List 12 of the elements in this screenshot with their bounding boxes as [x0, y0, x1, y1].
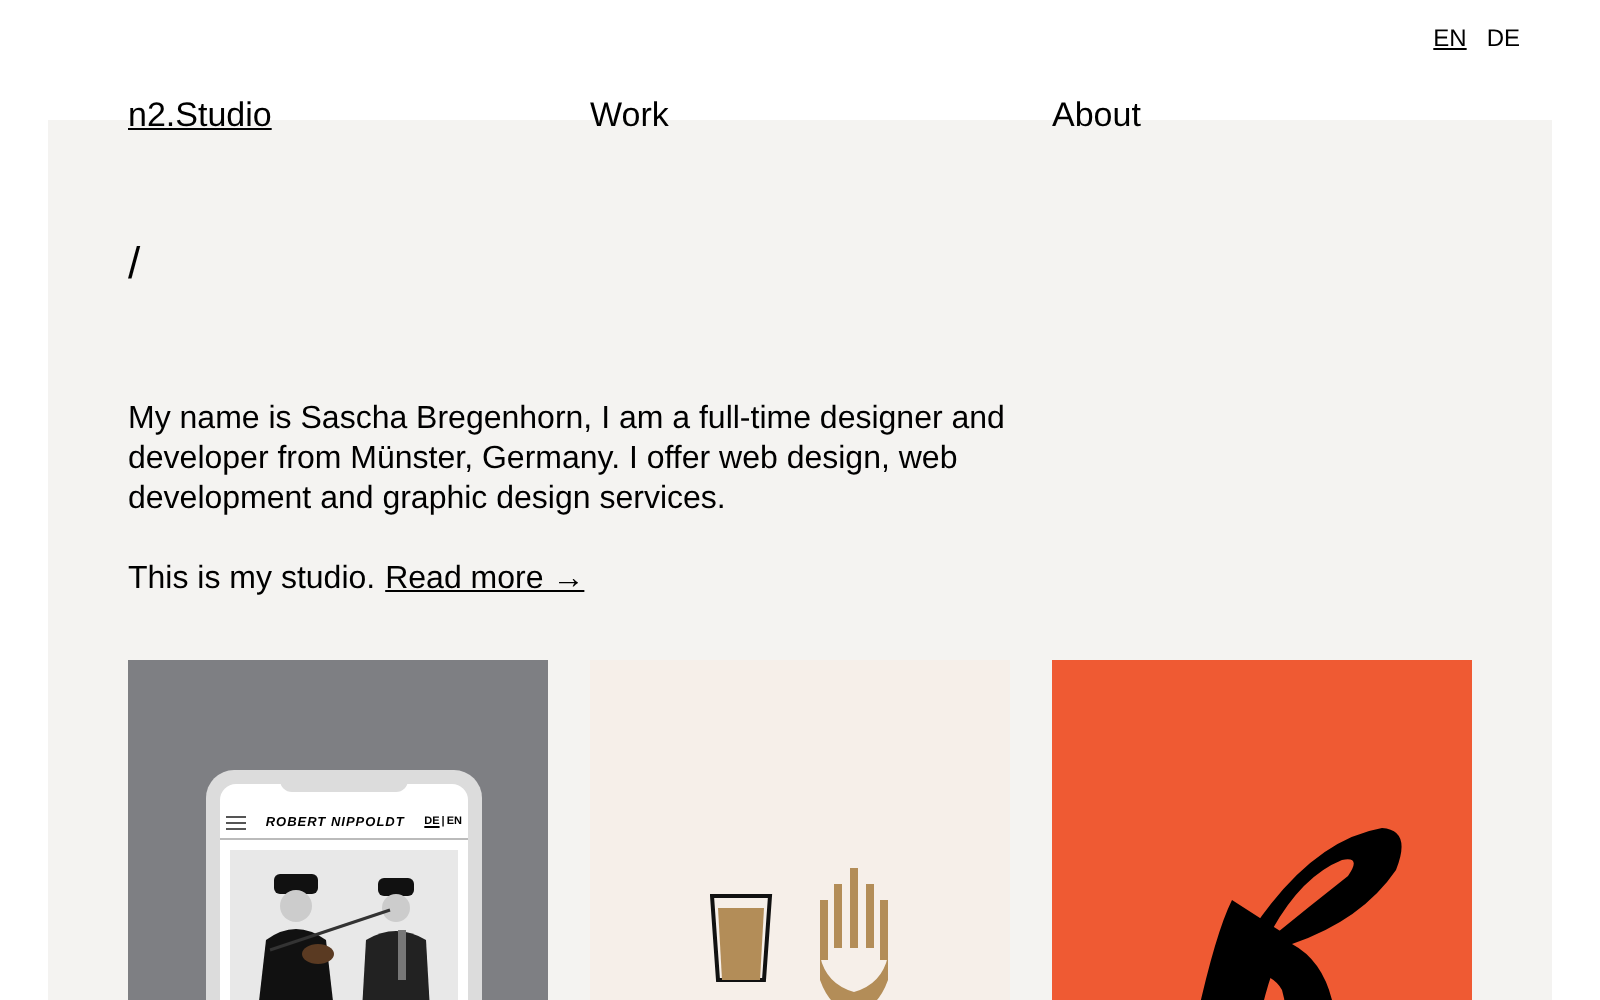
slash-mark: / — [128, 238, 141, 288]
menu-icon — [226, 816, 246, 830]
intro-text: My name is Sascha Bregenhorn, I am a full-time designer and developer from Münster, Germany. I offer web design, web development and graphic design services. — [128, 400, 1007, 520]
nav-link[interactable]: About — [1052, 96, 1141, 134]
language-link[interactable]: EN — [1433, 20, 1467, 56]
brand-link[interactable]: n2.Studio — [128, 96, 272, 134]
nav-link[interactable]: Work — [590, 96, 669, 134]
read-more-link[interactable]: Read more → — [385, 560, 585, 600]
project-card[interactable] — [590, 660, 1010, 1000]
project-card[interactable] — [1052, 660, 1472, 1000]
intro-text: This is my studio. — [128, 560, 376, 600]
language-link[interactable]: DE — [1486, 20, 1520, 56]
